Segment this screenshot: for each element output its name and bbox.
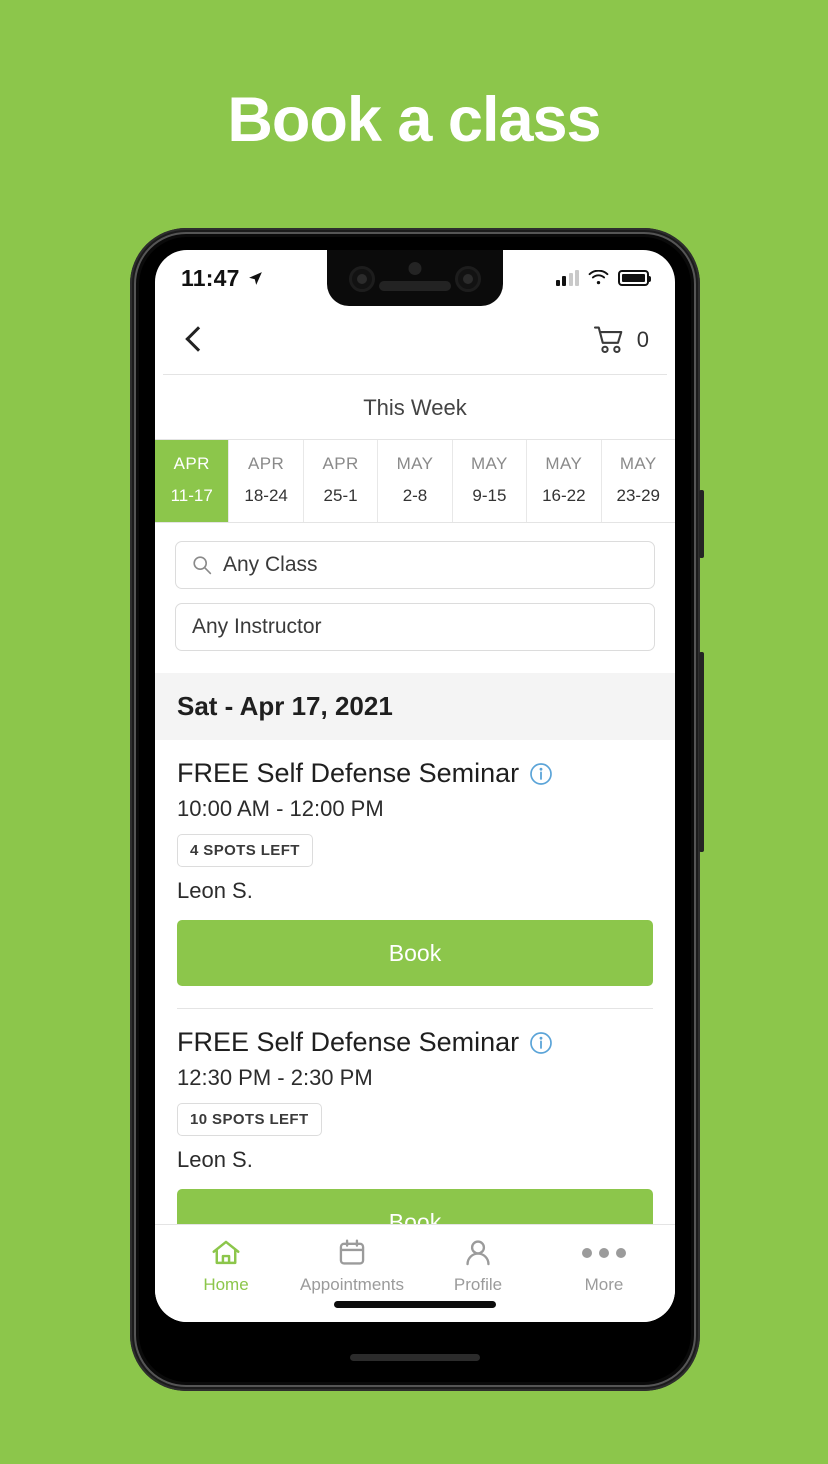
search-icon: [192, 555, 212, 575]
week-range: 23-29: [616, 486, 660, 505]
back-button[interactable]: [181, 327, 207, 353]
cellular-signal-icon: [555, 270, 579, 286]
week-range: 2-8: [402, 486, 428, 505]
week-month: MAY: [545, 454, 583, 473]
status-time-text: 11:47: [181, 264, 240, 291]
week-range: 25-1: [323, 486, 358, 505]
ellipsis-icon: [582, 1237, 626, 1269]
status-indicators: [555, 270, 651, 286]
day-header: Sat - Apr 17, 2021: [155, 673, 675, 740]
class-instructor: Leon S.: [177, 1147, 253, 1172]
week-month: MAY: [396, 454, 434, 473]
tab-more[interactable]: More: [541, 1237, 667, 1322]
class-card-0: FREE Self Defense Seminar 10:00 AM - 12:…: [155, 740, 675, 1009]
week-month: MAY: [471, 454, 508, 473]
week-range: 18-24: [244, 486, 288, 505]
front-camera-icon: [349, 266, 375, 292]
tab-home[interactable]: Home: [163, 1237, 289, 1322]
class-title: FREE Self Defense Seminar: [177, 758, 520, 788]
week-cell-1[interactable]: APR 18-24: [229, 440, 304, 522]
class-filter-value: Any Class: [223, 553, 318, 576]
class-instructor: Leon S.: [177, 878, 253, 903]
class-title-row: FREE Self Defense Seminar: [177, 758, 653, 789]
phone-mockup: 11:47 0 This Week APR 11-17 APR 18-24 AP…: [130, 228, 704, 1391]
tab-appointments[interactable]: Appointments: [289, 1237, 415, 1322]
status-time: 11:47: [181, 265, 264, 292]
instructor-filter-value: Any Instructor: [192, 615, 322, 638]
week-header-label: This Week: [363, 395, 467, 420]
front-camera-secondary-icon: [455, 266, 481, 292]
week-month: APR: [248, 454, 285, 473]
home-icon: [212, 1240, 240, 1265]
wifi-icon: [588, 270, 609, 285]
week-cell-5[interactable]: MAY 16-22: [527, 440, 602, 522]
phone-side-button-power: [699, 652, 704, 852]
sensor-dot-icon: [408, 262, 422, 275]
week-range: 16-22: [542, 486, 586, 505]
shopping-cart-icon: [593, 326, 623, 353]
instructor-filter-input[interactable]: Any Instructor: [175, 603, 655, 651]
status-badge: 10 SPOTS LEFT: [177, 1103, 322, 1136]
tab-label: Home: [203, 1275, 249, 1294]
person-icon: [466, 1240, 490, 1266]
tab-profile[interactable]: Profile: [415, 1237, 541, 1322]
info-circle-icon[interactable]: [529, 1031, 553, 1055]
week-month: APR: [322, 454, 359, 473]
phone-side-button-volume: [699, 490, 704, 558]
class-time: 10:00 AM - 12:00 PM: [177, 796, 384, 821]
class-title-row: FREE Self Defense Seminar: [177, 1027, 653, 1058]
home-indicator: [334, 1301, 496, 1308]
class-time: 12:30 PM - 2:30 PM: [177, 1065, 373, 1090]
phone-notch: [327, 250, 503, 306]
week-cell-4[interactable]: MAY 9-15: [453, 440, 528, 522]
tab-label: More: [584, 1275, 624, 1294]
week-selector: APR 11-17 APR 18-24 APR 25-1 MAY 2-8 MAY…: [155, 439, 675, 523]
tab-label: Profile: [453, 1275, 503, 1294]
earpiece-speaker-icon: [379, 281, 451, 291]
info-circle-icon[interactable]: [529, 762, 553, 786]
app-bar: 0: [155, 306, 675, 374]
week-cell-3[interactable]: MAY 2-8: [378, 440, 453, 522]
cart-count: 0: [636, 327, 649, 352]
week-cell-2[interactable]: APR 25-1: [304, 440, 379, 522]
phone-bottom-speaker: [350, 1354, 480, 1361]
week-range: 9-15: [472, 486, 507, 505]
week-cell-0[interactable]: APR 11-17: [155, 440, 230, 522]
week-month: APR: [173, 454, 210, 473]
filter-section: Any Class Any Instructor: [155, 523, 675, 673]
week-range: 11-17: [170, 486, 213, 505]
page-title: Book a class: [227, 85, 601, 155]
week-month: MAY: [619, 454, 657, 473]
location-arrow-icon: [248, 271, 262, 285]
class-title: FREE Self Defense Seminar: [177, 1027, 520, 1057]
tab-label: Appointments: [300, 1275, 404, 1294]
calendar-icon: [339, 1239, 365, 1265]
week-cell-6[interactable]: MAY 23-29: [602, 440, 675, 522]
book-button[interactable]: Book: [177, 920, 653, 986]
cart-button[interactable]: 0: [593, 325, 649, 355]
phone-screen: 11:47 0 This Week APR 11-17 APR 18-24 AP…: [155, 250, 675, 1322]
class-card-1: FREE Self Defense Seminar 12:30 PM - 2:3…: [155, 1009, 675, 1255]
battery-full-icon: [618, 270, 651, 286]
class-filter-input[interactable]: Any Class: [175, 541, 655, 589]
status-badge: 4 SPOTS LEFT: [177, 834, 313, 867]
